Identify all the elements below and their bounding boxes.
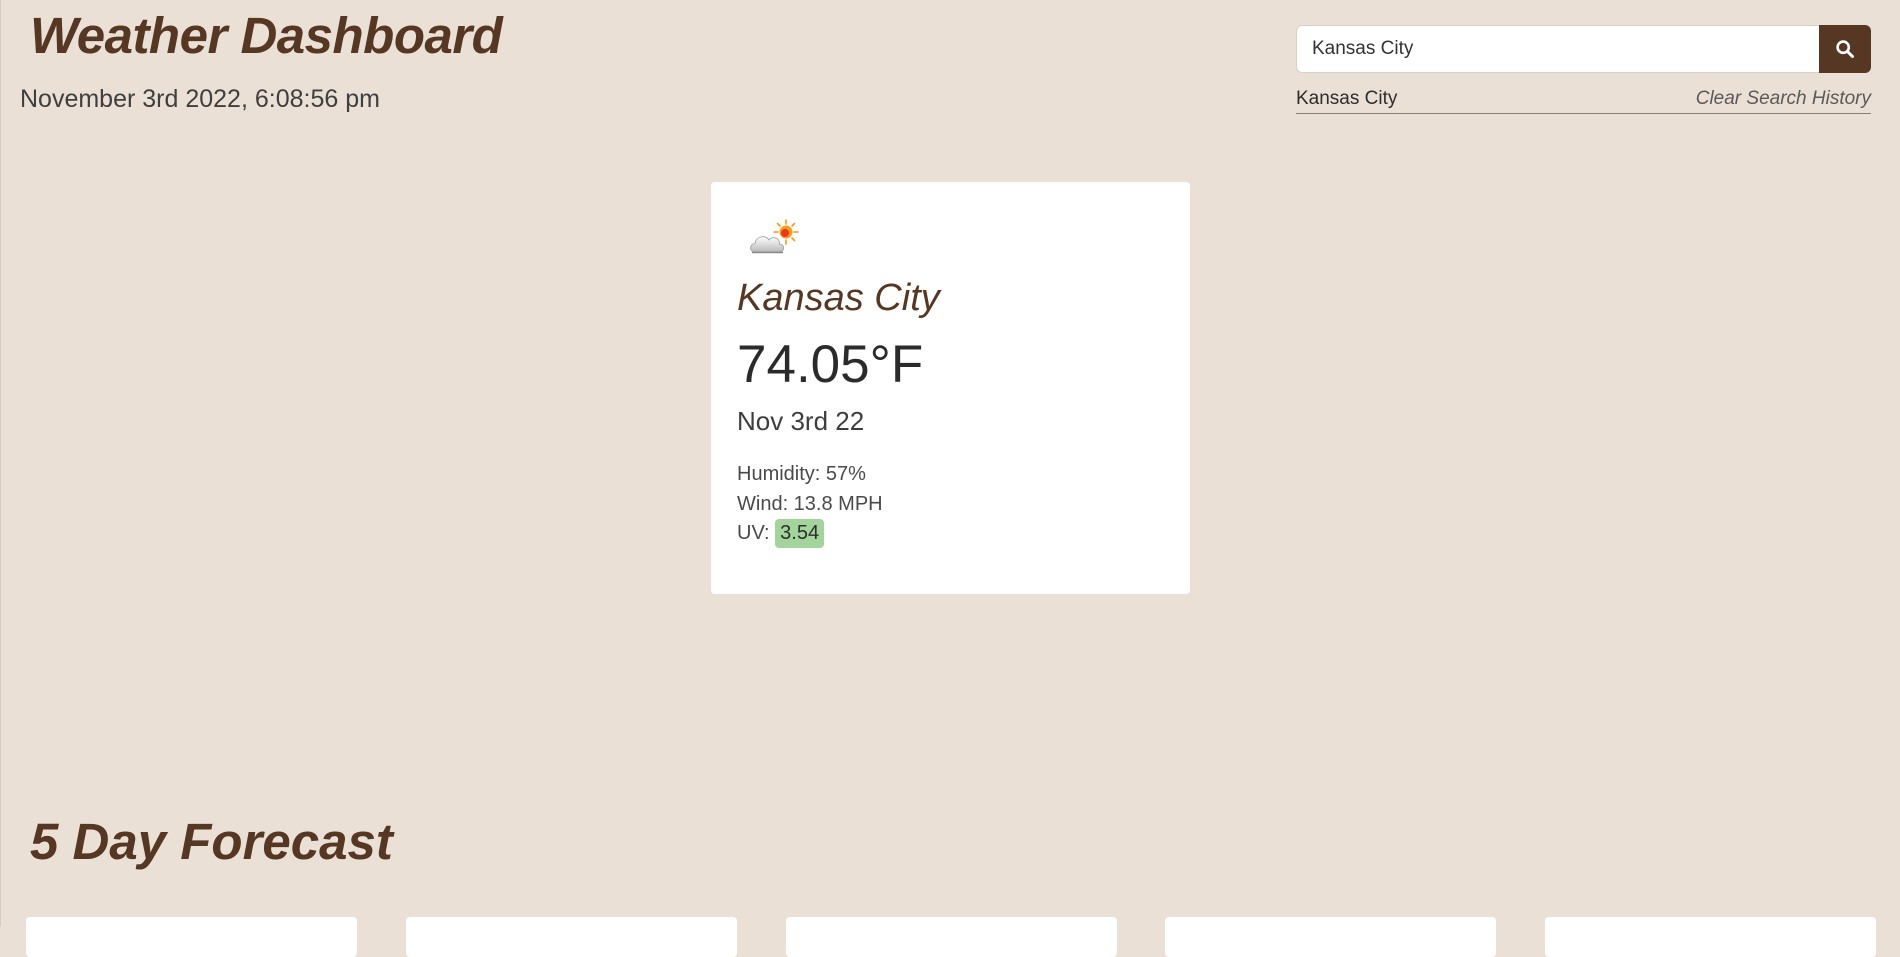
wind-stat: Wind: 13.8 MPH [737, 493, 883, 515]
humidity-stat: Humidity: 57% [737, 463, 866, 485]
page-left-edge [0, 0, 1, 926]
app-title: Weather Dashboard [30, 7, 503, 64]
uv-stat: UV: 3.54 [737, 519, 825, 548]
search-input[interactable] [1296, 25, 1819, 73]
current-date: Nov 3rd 22 [737, 406, 865, 436]
uv-label: UV: [737, 522, 770, 544]
current-weather-card: Kansas City 74.05°F Nov 3rd 22 Humidity:… [711, 182, 1190, 594]
current-datetime: November 3rd 2022, 6:08:56 pm [20, 85, 380, 113]
current-temperature: 74.05°F [737, 335, 924, 394]
forecast-card [786, 917, 1117, 957]
forecast-card [1165, 917, 1496, 957]
search-history: Kansas City Clear Search History [1296, 86, 1871, 114]
forecast-title: 5 Day Forecast [30, 813, 393, 870]
partly-cloudy-icon [750, 219, 799, 254]
forecast-card [26, 917, 357, 957]
forecast-card [406, 917, 737, 957]
search-icon [1836, 40, 1854, 58]
current-city: Kansas City [737, 277, 940, 319]
search-box [1296, 25, 1871, 73]
uv-badge: 3.54 [775, 519, 825, 548]
history-item[interactable]: Kansas City [1296, 88, 1397, 110]
search-button[interactable] [1819, 25, 1871, 73]
clear-history-link[interactable]: Clear Search History [1696, 88, 1871, 110]
forecast-card [1545, 917, 1876, 957]
